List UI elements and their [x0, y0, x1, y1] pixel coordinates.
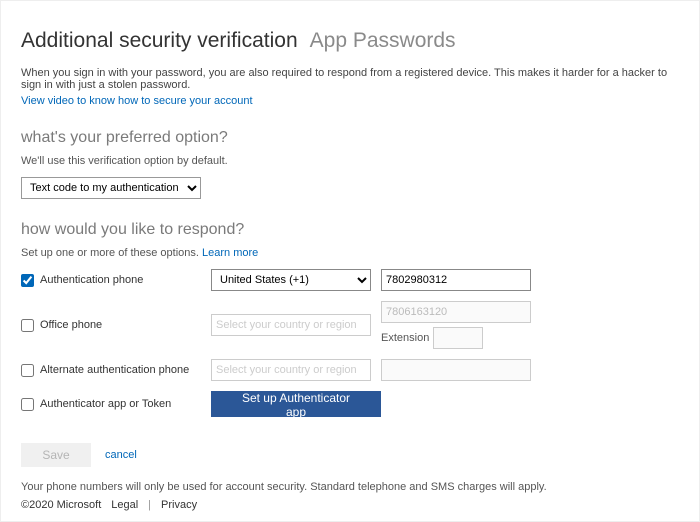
extension-label: Extension	[381, 332, 429, 344]
learn-more-link[interactable]: Learn more	[202, 247, 258, 259]
footer-legal-link[interactable]: Legal	[111, 499, 138, 511]
cancel-link[interactable]: cancel	[105, 449, 137, 461]
respond-grid: Authentication phone United States (+1) …	[21, 269, 679, 417]
office-phone-row[interactable]: Office phone	[21, 319, 211, 332]
preferred-heading: what's your preferred option?	[21, 129, 679, 147]
auth-phone-number-input[interactable]	[381, 269, 531, 291]
auth-phone-country-select[interactable]: United States (+1)	[211, 269, 371, 291]
auth-phone-label: Authentication phone	[40, 274, 143, 286]
footer-separator: |	[148, 499, 151, 511]
page-header: Additional security verification App Pas…	[21, 29, 679, 53]
footer-privacy-link[interactable]: Privacy	[161, 499, 197, 511]
footer: ©2020 Microsoft Legal | Privacy	[21, 499, 197, 511]
alt-phone-label: Alternate authentication phone	[40, 364, 189, 376]
intro-text: When you sign in with your password, you…	[21, 67, 679, 91]
alt-phone-number-input	[381, 359, 531, 381]
view-video-link[interactable]: View video to know how to secure your ac…	[21, 95, 253, 107]
preferred-option-select[interactable]: Text code to my authentication p	[21, 177, 201, 199]
footer-copyright: ©2020 Microsoft	[21, 499, 101, 511]
office-phone-country-select	[211, 314, 371, 336]
office-phone-checkbox[interactable]	[21, 319, 34, 332]
auth-app-label: Authenticator app or Token	[40, 398, 171, 410]
respond-heading: how would you like to respond?	[21, 221, 679, 239]
auth-phone-row[interactable]: Authentication phone	[21, 274, 211, 287]
preferred-sub: We'll use this verification option by de…	[21, 155, 679, 167]
setup-authenticator-button[interactable]: Set up Authenticator app	[211, 391, 381, 417]
auth-app-row[interactable]: Authenticator app or Token	[21, 398, 211, 411]
office-phone-extension-input	[433, 327, 483, 349]
tab-security-verification[interactable]: Additional security verification	[21, 29, 298, 53]
respond-sub: Set up one or more of these options. Lea…	[21, 247, 679, 259]
office-phone-label: Office phone	[40, 319, 102, 331]
auth-phone-checkbox[interactable]	[21, 274, 34, 287]
actions-row: Save cancel	[21, 443, 679, 467]
alt-phone-checkbox[interactable]	[21, 364, 34, 377]
office-phone-number-input	[381, 301, 531, 323]
office-phone-fields: Extension	[381, 301, 611, 349]
tab-app-passwords[interactable]: App Passwords	[310, 29, 456, 53]
save-button[interactable]: Save	[21, 443, 91, 467]
disclaimer-text: Your phone numbers will only be used for…	[21, 481, 679, 493]
respond-sub-text: Set up one or more of these options.	[21, 247, 202, 259]
alt-phone-row[interactable]: Alternate authentication phone	[21, 364, 211, 377]
alt-phone-country-select	[211, 359, 371, 381]
auth-app-checkbox[interactable]	[21, 398, 34, 411]
